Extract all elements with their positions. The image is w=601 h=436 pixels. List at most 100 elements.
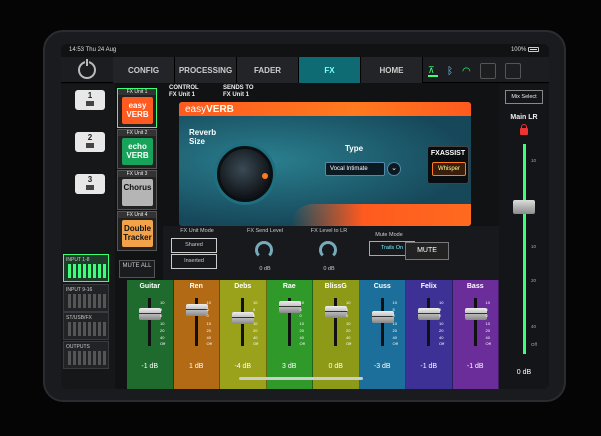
fx-unit-tile: echo VERB [122,138,153,165]
fader-scale-tick: 20 [299,328,304,333]
fader-scale-tick: 20 [485,328,490,333]
fx-unit-slot[interactable]: FX Unit 4 Double Tracker [117,211,157,251]
layer-button-3[interactable]: 3 [75,174,105,194]
lock-icon[interactable] [520,124,528,135]
layer-button-1[interactable]: 1 [75,90,105,110]
channel-name[interactable]: Guitar [127,283,173,290]
fader-scale-tick: 20 [392,328,397,333]
channel-fader-cap[interactable] [185,304,208,317]
battery-percent: 100% [510,47,527,54]
channel-fader-cap[interactable] [464,307,487,320]
tab-fader[interactable]: FADER [237,57,299,83]
bank-label: ST/USB/FX [66,315,92,321]
unit-mode-shared[interactable]: Shared [171,238,217,253]
type-label: Type [345,144,364,153]
bank-button[interactable]: INPUT 9-16 [63,284,109,312]
layout-icon[interactable] [479,63,496,79]
master-fader-track[interactable] [523,144,526,354]
fx-unit-header: FX Unit 2 [118,130,156,136]
sends-label: SENDS TO FX Unit 1 [223,85,254,99]
channel-strip: Bass 10 5 0 10 20 40 Off -1 dB [452,280,499,389]
bank-button[interactable]: INPUT 1-8 [63,254,109,282]
reverb-size-knob[interactable] [217,146,273,202]
channel-strip: BlissG 10 5 0 10 20 40 Off 0 dB [313,280,360,389]
fx-unit-slot[interactable]: FX Unit 3 Chorus [117,170,157,210]
chevron-down-icon[interactable]: ⌄ [387,162,401,176]
channel-value: -1 dB [141,363,159,370]
control-title: CONTROL [169,85,199,91]
folder-icon[interactable] [504,63,521,79]
tab-config[interactable]: CONFIG [113,57,175,83]
bank-button[interactable]: ST/USB/FX [63,312,109,340]
fx-unit-line1: echo [128,142,147,151]
bluetooth-icon[interactable]: ᛒ [447,66,453,77]
channel-fader-cap[interactable] [325,306,347,318]
layer-button-2[interactable]: 2 [75,132,105,152]
plugin-brand: easyVERB [185,104,234,115]
wifi-icon[interactable]: ◠ [462,66,471,77]
master-section: Mix Select Main LR 10 0 10 20 40 Off 0 dB [499,84,549,389]
channel-value: 3 dB [282,363,297,370]
network-icon[interactable]: ⊼ [428,65,438,77]
fader-scale-tick: 0 [160,313,163,318]
fader-scale-tick: 40 [439,335,444,340]
fx-unit-slot[interactable]: FX Unit 2 echo VERB [117,129,157,169]
channel-name[interactable]: BlissG [313,283,359,290]
mix-select-button[interactable]: Mix Select [505,90,543,104]
fader-scale-tick: 20 [253,328,258,333]
layer-button-label: 1 [87,91,93,100]
fx-unit-slot[interactable]: FX Unit 1 easy VERB [117,88,157,128]
bank-meter [68,264,106,278]
fader-scale-tick: 40 [160,335,165,340]
level-to-lr-knob[interactable] [319,241,337,259]
status-bar: 14:53 Thu 24 Aug 100% [61,44,549,56]
channel-fader-track[interactable] [427,298,430,346]
fader-scale-tick: 5 [346,307,349,312]
channel-name[interactable]: Cuss [360,283,406,290]
fader-scale-tick: 40 [299,335,304,340]
tab-fx[interactable]: FX [299,57,361,83]
top-nav-bar: CONFIG PROCESSING FADER FX HOME ⊼ ᛒ ◠ [61,57,549,83]
channel-name[interactable]: Debs [220,283,266,290]
channel-name[interactable]: Rae [267,283,313,290]
bank-label: INPUT 9-16 [66,287,93,293]
bank-label: INPUT 1-8 [66,257,90,263]
unit-mode-inserted[interactable]: Inserted [171,254,217,269]
fader-scale-tick: 40 [206,335,211,340]
tab-home[interactable]: HOME [361,57,423,83]
channel-fader-track[interactable] [473,298,477,346]
channel-fader-cap[interactable] [371,310,394,323]
bank-button[interactable]: OUTPUTS [63,341,109,369]
unit-mode-label: FX Unit Mode [180,228,214,234]
channel-fader-track[interactable] [148,298,151,346]
home-indicator [239,377,363,380]
fx-mute-button[interactable]: MUTE [405,242,449,260]
mute-all-button[interactable]: MUTE ALL [119,260,155,278]
fader-scale-tick: 0 [392,313,395,318]
fader-scale-tick: 10 [392,300,397,305]
channel-fader-cap[interactable] [139,307,161,320]
plugin-decor-swoosh [291,204,471,226]
channel-name[interactable]: Bass [453,283,499,290]
fx-unit-tile: Double Tracker [122,220,153,247]
fx-unit-header: FX Unit 3 [118,171,156,177]
send-level-label: FX Send Level [246,228,284,234]
tab-processing[interactable]: PROCESSING [175,57,237,83]
fx-unit-header: FX Unit 4 [118,212,156,218]
fxassist-panel: FXASSIST Whisper [427,146,469,184]
power-icon[interactable] [78,59,96,79]
channel-fader-cap[interactable] [418,307,440,320]
channel-value: 0 dB [328,363,343,370]
send-level-knob[interactable] [255,241,273,259]
channel-fader-cap[interactable] [278,301,301,314]
channel-name[interactable]: Ren [174,283,220,290]
fader-scale-tick: 5 [299,307,302,312]
app-screen: 14:53 Thu 24 Aug 100% CONFIG PROCESSING FA… [61,44,549,389]
fader-scale-tick: Off [160,341,166,346]
channel-name[interactable]: Felix [406,283,452,290]
control-label: CONTROL FX Unit 1 [169,85,199,99]
channel-fader-cap[interactable] [232,312,254,325]
type-select[interactable]: Vocal Intimate [325,162,385,176]
fxassist-preset-button[interactable]: Whisper [432,162,466,176]
plugin-body: Reverb Size Type Vocal Intimate ⌄ FXASSI… [179,116,471,226]
